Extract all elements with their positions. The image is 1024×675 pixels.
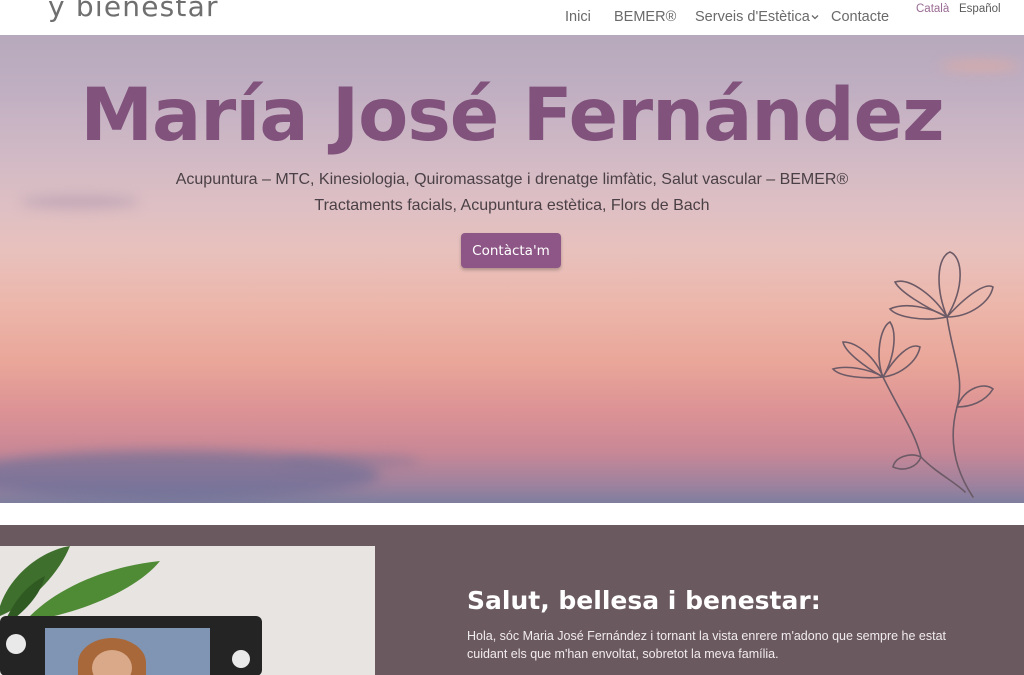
flower-line-art-icon (831, 251, 995, 498)
plant-leaves (0, 546, 160, 626)
hero-subtitle-line-2: Tractaments facials, Acupuntura estètica… (314, 197, 710, 214)
mirror-bulb (6, 634, 26, 654)
portrait-photo (0, 546, 375, 675)
hero-cloud (280, 455, 420, 467)
hero-title: María José Fernández (80, 73, 944, 158)
nav-item-contacte[interactable]: Contacte (831, 9, 889, 25)
nav-item-inici[interactable]: Inici (565, 9, 591, 25)
language-espanol[interactable]: Español (959, 3, 1001, 15)
mirror-bulb (232, 650, 250, 668)
site-header: y bienestar Inici BEMER® Serveis d'Estèt… (0, 0, 1024, 35)
contact-me-button[interactable]: Contàcta'm (461, 233, 561, 268)
hero-banner: María José Fernández Acupuntura – MTC, K… (0, 35, 1024, 503)
nav-item-bemer[interactable]: BEMER® (614, 9, 676, 25)
language-catala[interactable]: Català (916, 3, 949, 15)
nav-item-serveis-estetica[interactable]: Serveis d'Estètica (695, 9, 810, 25)
about-paragraph-line-1: Hola, sóc Maria José Fernández i tornant… (467, 629, 947, 643)
hero-cloud (940, 61, 1020, 71)
chevron-down-icon[interactable] (811, 13, 819, 21)
about-paragraph-line-2: cuidant els que m'han envoltat, sobretot… (467, 647, 779, 661)
site-logo-text[interactable]: y bienestar (48, 0, 219, 23)
section-gap (0, 503, 1024, 525)
about-heading: Salut, bellesa i benestar: (467, 586, 821, 615)
hero-subtitle-line-1: Acupuntura – MTC, Kinesiologia, Quiromas… (175, 171, 849, 188)
about-section: Salut, bellesa i benestar: Hola, sóc Mar… (0, 525, 1024, 675)
